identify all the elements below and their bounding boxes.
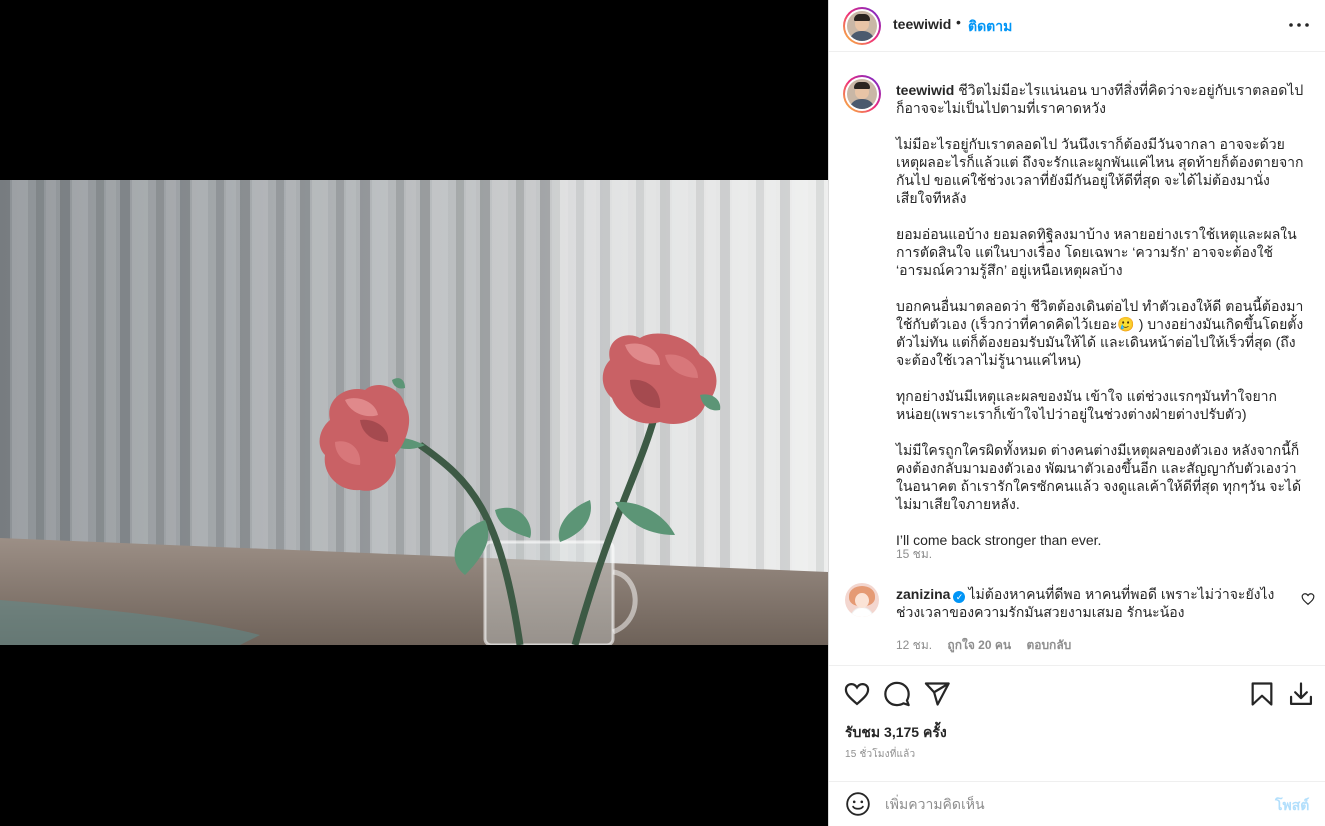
post-side-panel: teewiwid • ติดตาม teewiwid ชีวิตไม่มีอะไ… <box>828 0 1325 826</box>
verified-badge-icon: ✓ <box>953 591 966 603</box>
post-comment-button[interactable]: โพสต์ <box>1275 795 1309 817</box>
bookmark-icon <box>1251 682 1273 706</box>
action-bar: รับชม 3,175 ครั้ง 15 ชั่วโมงที่แล้ว <box>829 665 1325 783</box>
post-header: teewiwid • ติดตาม <box>829 0 1325 52</box>
caption-author-avatar[interactable] <box>843 75 881 113</box>
download-button[interactable] <box>1287 680 1315 708</box>
post-timestamp: 15 ชั่วโมงที่แล้ว <box>845 749 916 760</box>
save-button[interactable] <box>1248 680 1276 708</box>
media-pane <box>0 0 828 826</box>
comment-text: ไม่ต้องหาคนที่ดีพอ หาคนที่พอดี เพราะไม่ว… <box>896 586 1275 620</box>
comment-item: zanizina ✓ ไม่ต้องหาคนที่ดีพอ หาคนที่พอดี … <box>896 585 1296 621</box>
comment-like-button[interactable] <box>1301 592 1315 606</box>
post-modal: teewiwid • ติดตาม teewiwid ชีวิตไม่มีอะไ… <box>0 0 1325 826</box>
follow-button[interactable]: ติดตาม <box>968 16 1012 38</box>
comments-thread[interactable]: teewiwid ชีวิตไม่มีอะไรแน่นอน บางทีสิ่งท… <box>829 53 1325 665</box>
comment-input[interactable] <box>885 792 1255 816</box>
like-button[interactable] <box>843 680 871 708</box>
heart-icon <box>1301 593 1315 606</box>
more-horizontal-icon <box>1289 23 1309 27</box>
author-username[interactable]: teewiwid <box>893 16 951 32</box>
comment-reply-button[interactable]: ตอบกลับ <box>1026 638 1071 652</box>
video-frame-illustration <box>0 180 828 645</box>
separator-dot: • <box>956 14 961 30</box>
caption-paragraph: I’ll come back stronger than ever. <box>896 532 1102 548</box>
paper-plane-icon <box>924 682 950 706</box>
comment-button[interactable] <box>883 680 911 708</box>
comment-meta: 12 ชม. ถูกใจ 20 คน ตอบกลับ <box>896 636 1083 655</box>
comment-bubble-icon <box>884 681 910 707</box>
more-options-button[interactable] <box>1285 13 1313 39</box>
add-comment-bar: โพสต์ <box>829 781 1325 826</box>
post-caption: teewiwid ชีวิตไม่มีอะไรแน่นอน บางทีสิ่งท… <box>896 81 1306 567</box>
heart-icon <box>844 682 870 706</box>
commenter-avatar[interactable] <box>845 583 879 617</box>
caption-username[interactable]: teewiwid <box>896 82 954 98</box>
caption-timestamp: 15 ชม. <box>896 547 933 561</box>
caption-first-line: ชีวิตไม่มีอะไรแน่นอน บางทีสิ่งที่คิดว่าจ… <box>896 82 1308 116</box>
author-avatar[interactable] <box>843 7 881 45</box>
emoji-button[interactable] <box>845 791 871 817</box>
commenter-username[interactable]: zanizina <box>896 586 950 602</box>
caption-first-paragraph: teewiwid ชีวิตไม่มีอะไรแน่นอน บางทีสิ่งท… <box>896 81 1306 117</box>
post-video[interactable] <box>0 180 828 645</box>
share-button[interactable] <box>923 680 951 708</box>
caption-paragraph: ทุกอย่างมันมีเหตุและผลของมัน เข้าใจ แต่ช… <box>896 388 1278 422</box>
comment-likes-count[interactable]: ถูกใจ 20 คน <box>947 638 1011 652</box>
caption-paragraph: ไม่มีอะไรอยู่กับเราตลอดไป วันนึงเราก็ต้อ… <box>896 136 1304 206</box>
caption-paragraph: ยอมอ่อนแอบ้าง ยอมลดทิฐิลงมาบ้าง หลายอย่า… <box>896 226 1297 278</box>
view-count[interactable]: รับชม 3,175 ครั้ง <box>845 722 947 744</box>
emoji-smile-icon <box>846 792 870 816</box>
comment-timestamp: 12 ชม. <box>896 638 933 652</box>
caption-paragraph: ไม่มีใครถูกใครผิดทั้งหมด ต่างคนต่างมีเหต… <box>896 442 1302 512</box>
caption-paragraph: บอกคนอื่นมาตลอดว่า ชีวิตต้องเดินต่อไป ทำ… <box>896 298 1304 368</box>
download-icon <box>1289 682 1313 706</box>
